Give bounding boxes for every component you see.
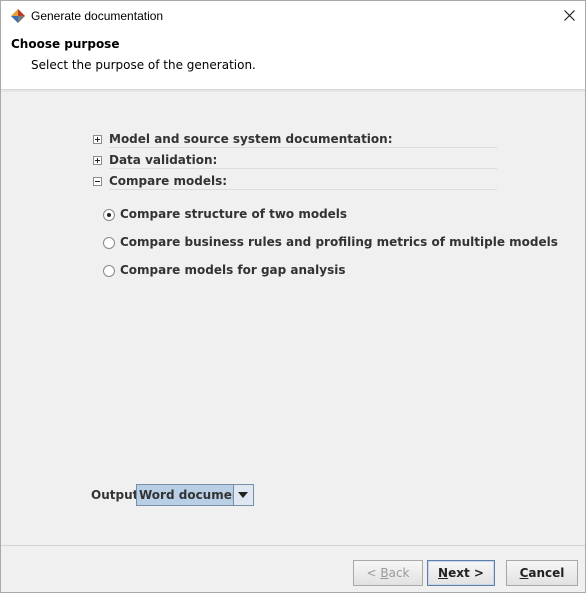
- output-select-value: Word document: [139, 488, 247, 502]
- tree-item-model-documentation[interactable]: Model and source system documentation:: [93, 132, 497, 150]
- back-prefix: <: [366, 566, 381, 580]
- tree-item-label: Data validation:: [109, 153, 218, 167]
- title-bar: Generate documentation: [1, 1, 585, 32]
- radio-label: Compare business rules and profiling met…: [120, 235, 558, 249]
- tree-item-label: Model and source system documentation:: [109, 132, 393, 146]
- back-button[interactable]: < Back: [353, 560, 423, 586]
- button-bar: < Back Next > Cancel: [1, 546, 585, 592]
- divider: [109, 189, 497, 190]
- divider: [109, 168, 497, 169]
- radio-label: Compare models for gap analysis: [120, 263, 346, 277]
- divider: [109, 147, 497, 148]
- chevron-down-icon: [238, 492, 248, 498]
- tree-item-data-validation[interactable]: Data validation:: [93, 153, 497, 171]
- cancel-button[interactable]: Cancel: [506, 560, 578, 586]
- main-panel: Model and source system documentation: D…: [1, 92, 585, 545]
- tree-item-compare-models[interactable]: Compare models:: [93, 174, 497, 192]
- close-button[interactable]: [555, 1, 585, 32]
- app-logo-icon: [10, 8, 26, 24]
- back-rest: ack: [388, 566, 410, 580]
- window-title: Generate documentation: [31, 9, 164, 23]
- expand-plus-icon[interactable]: [93, 156, 102, 165]
- tree-item-label: Compare models:: [109, 174, 228, 188]
- dialog-window: Generate documentation Choose purpose Se…: [0, 0, 586, 593]
- next-mnemonic: N: [438, 566, 449, 580]
- radio-unchecked-icon[interactable]: [103, 237, 115, 249]
- cancel-rest: ancel: [528, 566, 565, 580]
- next-button[interactable]: Next >: [427, 560, 495, 586]
- wizard-header: Choose purpose Select the purpose of the…: [1, 32, 585, 88]
- radio-checked-icon[interactable]: [103, 209, 115, 221]
- output-select[interactable]: Word document: [136, 484, 254, 506]
- page-subtitle: Select the purpose of the generation.: [31, 58, 256, 72]
- radio-unchecked-icon[interactable]: [103, 265, 115, 277]
- back-mnemonic: B: [380, 566, 389, 580]
- dropdown-arrow-button[interactable]: [233, 485, 253, 505]
- next-rest: ext >: [448, 566, 484, 580]
- collapse-minus-icon[interactable]: [93, 177, 102, 186]
- expand-plus-icon[interactable]: [93, 135, 102, 144]
- page-title: Choose purpose: [11, 37, 120, 51]
- radio-label: Compare structure of two models: [120, 207, 348, 221]
- close-icon: [564, 10, 575, 21]
